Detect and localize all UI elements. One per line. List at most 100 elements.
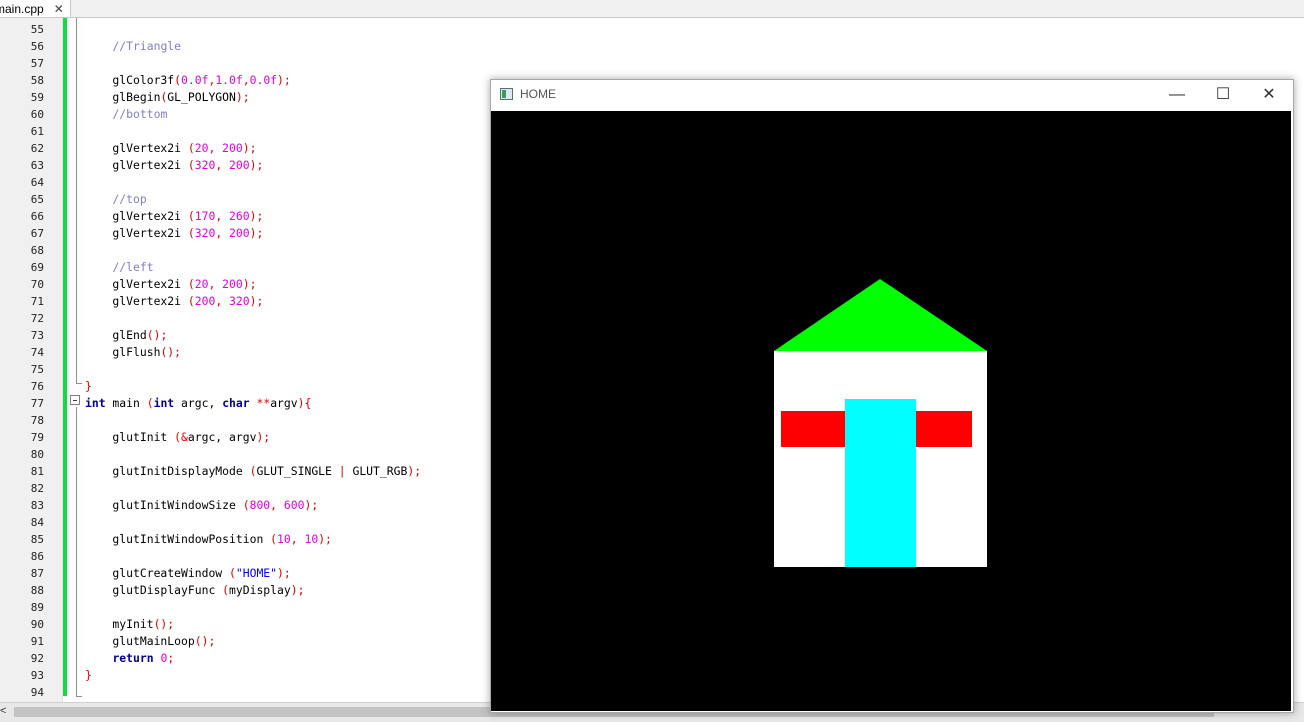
line-number: 89 xyxy=(30,601,44,614)
line-number: 77 xyxy=(30,397,44,410)
code-token: (& xyxy=(174,430,188,444)
line-number: 83 xyxy=(30,499,44,512)
code-token: , xyxy=(215,294,230,308)
code-token: GL_POLYGON xyxy=(167,90,236,104)
house-left-red-bar xyxy=(781,411,846,447)
code-text: //Triangle xyxy=(85,38,181,55)
code-token: ); xyxy=(256,430,271,444)
code-token: glutCreateWindow xyxy=(85,566,230,580)
code-token: , xyxy=(290,532,305,546)
code-token: ( xyxy=(174,73,182,87)
code-token: int xyxy=(85,396,106,410)
code-token: glVertex2i xyxy=(85,226,188,240)
code-token: ( xyxy=(187,226,195,240)
code-token: myInit xyxy=(85,617,154,631)
line-number: 80 xyxy=(30,448,44,461)
house-roof-triangle xyxy=(774,279,987,351)
code-token: glutInitWindowSize xyxy=(85,498,243,512)
code-token: glColor3f xyxy=(85,73,175,87)
code-token: ** xyxy=(256,396,271,410)
code-text: int main (int argc, char **argv){ xyxy=(85,395,311,412)
code-token: char xyxy=(222,396,250,410)
code-token: glVertex2i xyxy=(85,158,188,172)
code-token: glutInitDisplayMode xyxy=(85,464,250,478)
maximize-button[interactable]: ☐ xyxy=(1200,80,1246,110)
code-token: ( xyxy=(187,294,195,308)
code-token: ); xyxy=(235,90,250,104)
code-token: ( xyxy=(187,277,195,291)
line-number: 87 xyxy=(30,567,44,580)
code-token: 600 xyxy=(283,498,305,512)
line-number: 81 xyxy=(30,465,44,478)
code-text: } xyxy=(85,667,92,684)
code-token: //left xyxy=(112,260,154,274)
code-token: 200 xyxy=(222,277,243,291)
code-token: ); xyxy=(249,158,264,172)
minimize-button[interactable]: — xyxy=(1154,80,1200,110)
code-token: 20 xyxy=(194,277,209,291)
code-line[interactable]: 57 xyxy=(0,55,1304,72)
code-token: 1.0f xyxy=(215,73,243,87)
code-token: glFlush xyxy=(85,345,161,359)
code-token: (); xyxy=(153,617,175,631)
code-token: 800 xyxy=(249,498,271,512)
code-token: main xyxy=(105,396,147,410)
opengl-canvas[interactable] xyxy=(491,111,1291,711)
code-token: ( xyxy=(229,566,236,580)
line-number: 70 xyxy=(30,278,44,291)
code-text: glutDisplayFunc (myDisplay); xyxy=(85,582,304,599)
code-token: (); xyxy=(146,328,168,342)
scroll-left-arrow-icon[interactable]: < xyxy=(0,705,6,717)
close-icon[interactable]: ✕ xyxy=(54,2,64,16)
code-text: glVertex2i (320, 200); xyxy=(85,157,263,174)
line-number: 65 xyxy=(30,193,44,206)
line-number: 69 xyxy=(30,261,44,274)
code-token: ){ xyxy=(297,396,312,410)
line-number: 74 xyxy=(30,346,44,359)
line-number: 76 xyxy=(30,380,44,393)
code-token: ( xyxy=(187,209,195,223)
line-number: 75 xyxy=(30,363,44,376)
code-token: glBegin xyxy=(85,90,161,104)
window-title: HOME xyxy=(520,87,556,101)
code-text: glVertex2i (170, 260); xyxy=(85,208,263,225)
line-number: 84 xyxy=(30,516,44,529)
close-button[interactable]: ✕ xyxy=(1246,80,1292,110)
code-token: , xyxy=(208,141,223,155)
code-token: GLUT_RGB xyxy=(345,464,408,478)
code-token: 20 xyxy=(194,141,209,155)
code-token: //bottom xyxy=(112,107,168,121)
code-token: return xyxy=(112,651,154,665)
tab-main-cpp[interactable]: main.cpp ✕ xyxy=(0,0,71,17)
window-title-bar[interactable]: HOME — ☐ ✕ xyxy=(491,80,1293,110)
code-text: return 0; xyxy=(85,650,174,667)
code-text: glutInitWindowPosition (10, 10); xyxy=(85,531,332,548)
code-token: ); xyxy=(318,532,332,546)
line-number: 90 xyxy=(30,618,44,631)
code-token: glutInit xyxy=(85,430,175,444)
line-number: 56 xyxy=(30,40,44,53)
line-number: 64 xyxy=(30,176,44,189)
home-window[interactable]: HOME — ☐ ✕ xyxy=(490,79,1294,713)
code-line[interactable]: 56 //Triangle xyxy=(0,38,1304,55)
code-token: ( xyxy=(187,158,195,172)
code-token: 10 xyxy=(277,532,291,546)
code-token: (); xyxy=(160,345,182,359)
line-number: 94 xyxy=(30,686,44,699)
code-text: glutInitWindowSize (800, 600); xyxy=(85,497,318,514)
line-number: 86 xyxy=(30,550,44,563)
code-token: ( xyxy=(270,532,278,546)
line-number: 88 xyxy=(30,584,44,597)
code-token: 260 xyxy=(229,209,250,223)
code-token: ); xyxy=(249,226,264,240)
code-token: ); xyxy=(277,73,291,87)
code-token: glVertex2i xyxy=(85,141,188,155)
app-window-icon xyxy=(500,88,513,100)
code-token: 0.0f xyxy=(249,73,278,87)
code-text: glColor3f(0.0f,1.0f,0.0f); xyxy=(85,72,291,89)
code-line[interactable]: 55 xyxy=(0,21,1304,38)
code-token: ); xyxy=(249,209,264,223)
